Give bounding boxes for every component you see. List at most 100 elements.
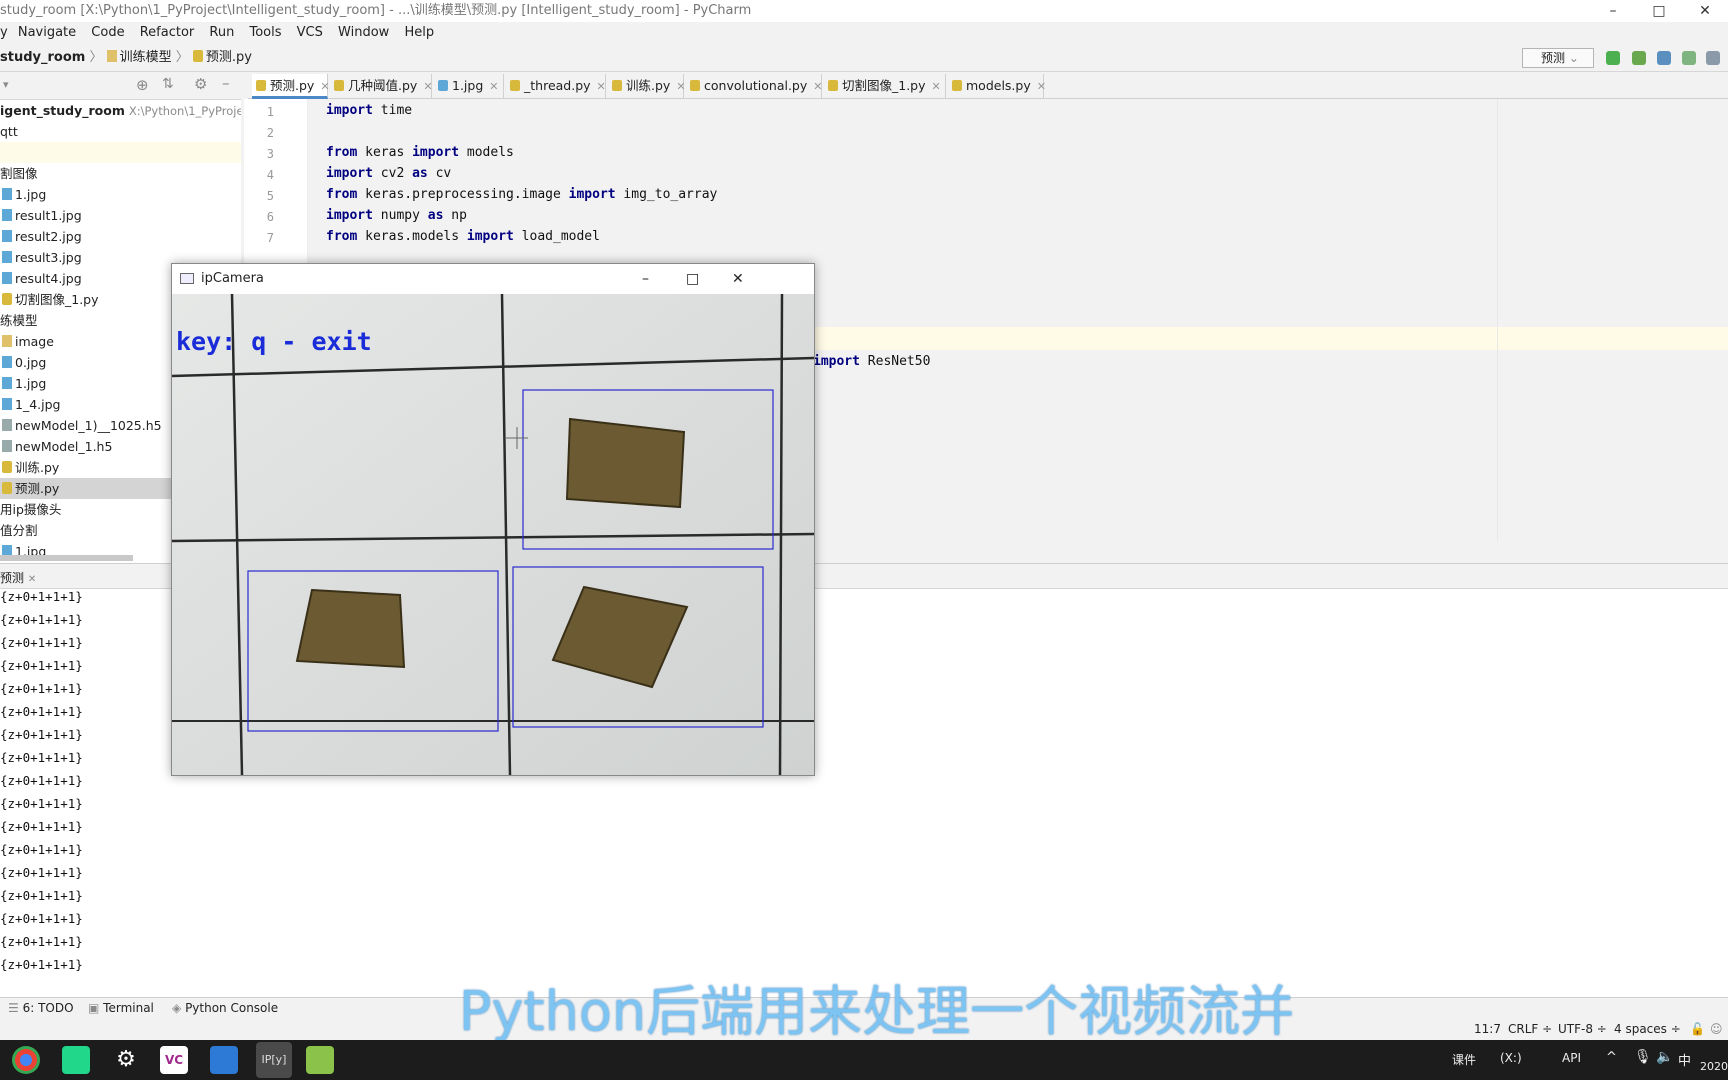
tray-drive[interactable]: (X:) — [1500, 1051, 1522, 1065]
debug-icon[interactable] — [1632, 51, 1646, 65]
close-icon[interactable]: ✕ — [676, 80, 685, 93]
folder-icon — [106, 50, 117, 62]
tree-item[interactable]: 1.jpg — [0, 184, 241, 205]
menu-item-window[interactable]: Window — [338, 25, 389, 40]
tab-models[interactable]: models.py ✕ — [948, 74, 1046, 99]
close-icon[interactable]: ✕ — [932, 80, 941, 93]
tree-item-label: 预测.py — [15, 481, 60, 496]
python-file-icon — [192, 50, 203, 62]
tree-item-label: 割图像 — [0, 166, 38, 181]
image-file-icon — [2, 377, 12, 389]
close-icon[interactable]: ✕ — [28, 574, 36, 585]
tree-item-folder[interactable]: 割图像 — [0, 163, 241, 184]
run-tab[interactable]: 预测 ✕ — [0, 569, 36, 586]
app-icon — [180, 273, 194, 284]
maximize-icon[interactable]: □ — [686, 264, 699, 294]
close-icon[interactable]: ✕ — [813, 80, 822, 93]
volume-icon[interactable]: 🔈 — [1656, 1049, 1673, 1065]
ime-indicator[interactable]: 中 — [1678, 1050, 1691, 1069]
tab-label: _thread.py — [524, 78, 591, 93]
tree-item-label: result2.jpg — [15, 229, 82, 244]
rerun-icon[interactable] — [1606, 51, 1620, 65]
tree-item[interactable]: qtt — [0, 121, 241, 142]
close-icon[interactable]: ✕ — [597, 80, 606, 93]
python-file-icon — [2, 461, 12, 473]
tab-image[interactable]: 1.jpg ✕ — [434, 74, 504, 99]
close-icon[interactable]: ✕ — [732, 264, 744, 294]
python-file-icon — [256, 80, 266, 91]
output-line: {z+0+1+1+1} — [0, 957, 83, 972]
code-keyword: import — [412, 145, 460, 160]
pycharm-icon[interactable] — [62, 1046, 90, 1074]
hide-panel-icon[interactable]: – — [222, 74, 230, 92]
minimize-button[interactable]: – — [1590, 0, 1636, 22]
coverage-icon[interactable] — [1657, 51, 1671, 65]
tray-api[interactable]: API — [1562, 1051, 1581, 1065]
run-configuration-select[interactable]: 预测 ⌄ — [1522, 48, 1594, 68]
tab-convolutional[interactable]: convolutional.py ✕ — [686, 74, 822, 99]
collapse-icon[interactable]: ⇅ — [162, 76, 174, 92]
profile-icon[interactable] — [1682, 51, 1696, 65]
vc-icon[interactable]: VC — [160, 1046, 188, 1074]
python-file-icon — [952, 80, 962, 91]
close-icon[interactable]: ✕ — [320, 80, 329, 93]
breadcrumb-file[interactable]: 预测.py — [206, 50, 252, 65]
microphone-icon[interactable]: 🎙 — [1634, 1049, 1652, 1065]
tab-label: 预测.py — [270, 78, 315, 93]
tree-item[interactable]: result1.jpg — [0, 205, 241, 226]
clock[interactable]: 2020 — [1700, 1060, 1728, 1073]
close-button[interactable]: ✕ — [1682, 0, 1728, 22]
tab-predict[interactable]: 预测.py ✕ — [252, 74, 330, 99]
chart-app-icon[interactable] — [306, 1046, 334, 1074]
close-icon[interactable]: ✕ — [423, 80, 432, 93]
tab-label: 训练.py — [626, 78, 671, 93]
tab-train[interactable]: 训练.py ✕ — [608, 74, 686, 99]
locate-icon[interactable]: ⊕ — [136, 76, 149, 94]
menu-item-vcs[interactable]: VCS — [297, 25, 323, 40]
line-number: 1 — [266, 105, 274, 119]
structure-icon[interactable] — [1706, 51, 1720, 65]
breadcrumb-folder[interactable]: 训练模型 — [120, 50, 172, 65]
horizontal-scrollbar[interactable] — [0, 555, 133, 561]
close-icon[interactable]: ✕ — [489, 80, 498, 93]
tab-cut-image[interactable]: 切割图像_1.py ✕ — [824, 74, 946, 99]
menu-item-view-partial[interactable]: y — [0, 25, 8, 40]
menu-item-navigate[interactable]: Navigate — [18, 25, 76, 40]
tree-item-label: image — [15, 334, 54, 349]
chevron-up-icon[interactable]: ^ — [1606, 1050, 1617, 1065]
code-keyword: import — [568, 187, 616, 202]
vscode-icon[interactable] — [210, 1046, 238, 1074]
output-line: {z+0+1+1+1} — [0, 865, 83, 880]
gear-icon[interactable]: ⚙ — [194, 75, 207, 93]
menu-item-tools[interactable]: Tools — [249, 25, 281, 40]
project-dropdown-icon[interactable]: ▾ — [3, 78, 9, 91]
output-line: {z+0+1+1+1} — [0, 773, 83, 788]
menu-item-code[interactable]: Code — [91, 25, 124, 40]
camera-window-titlebar[interactable]: ipCamera – □ ✕ — [172, 264, 814, 294]
code-text: load_model — [513, 229, 600, 244]
settings-icon[interactable]: ⚙ — [112, 1046, 140, 1074]
detected-object — [565, 417, 686, 509]
output-line: {z+0+1+1+1} — [0, 658, 83, 673]
ipython-icon[interactable]: IP[y] — [256, 1042, 292, 1078]
tab-thread[interactable]: _thread.py ✕ — [506, 74, 606, 99]
image-file-icon — [2, 230, 12, 242]
minimize-icon[interactable]: – — [642, 264, 649, 294]
tree-item[interactable]: result2.jpg — [0, 226, 241, 247]
tab-thresholds[interactable]: 几种阈值.py ✕ — [330, 74, 433, 99]
line-number: 7 — [266, 231, 274, 245]
tray-label[interactable]: 课件 — [1452, 1051, 1476, 1068]
menu-item-run[interactable]: Run — [209, 25, 234, 40]
code-text: numpy — [372, 208, 428, 223]
maximize-button[interactable]: □ — [1636, 0, 1682, 22]
chrome-icon[interactable] — [12, 1046, 40, 1074]
menu-item-help[interactable]: Help — [404, 25, 434, 40]
breadcrumb-project[interactable]: study_room — [0, 50, 85, 65]
project-root[interactable]: igent_study_room X:\Python\1_PyProject\ — [0, 100, 241, 121]
code-keyword: import — [326, 208, 373, 223]
menu-item-refactor[interactable]: Refactor — [140, 25, 195, 40]
menu-bar: y Navigate Code Refactor Run Tools VCS W… — [0, 22, 1728, 44]
camera-window[interactable]: ipCamera – □ ✕ key: q - exit — [171, 263, 815, 776]
tree-item[interactable] — [0, 142, 241, 163]
close-icon[interactable]: ✕ — [1037, 80, 1046, 93]
